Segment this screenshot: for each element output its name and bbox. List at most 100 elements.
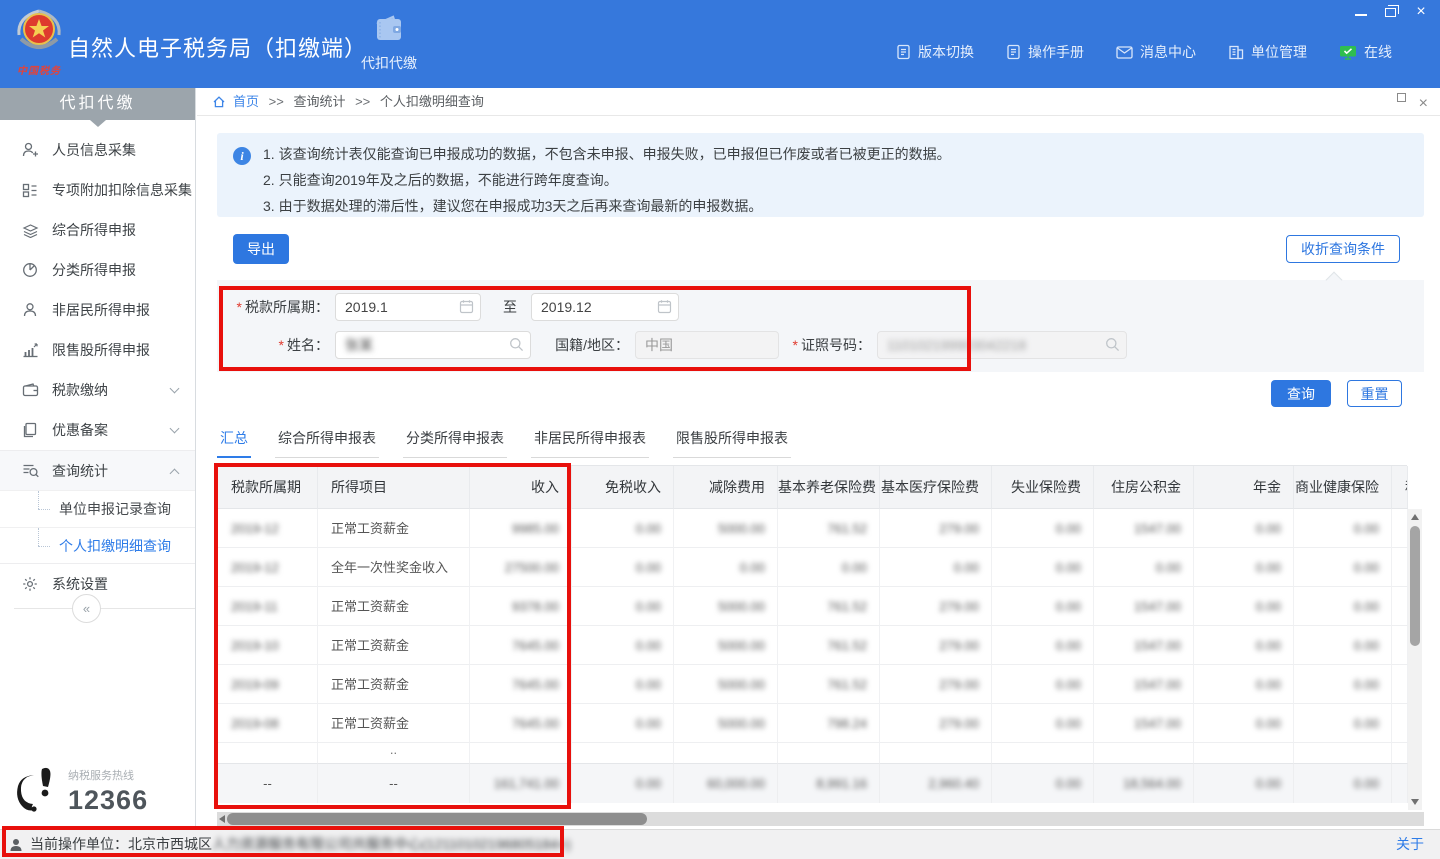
table-cell: 全年一次性奖金收入	[318, 548, 470, 587]
table-cell: 0.00	[1294, 587, 1392, 626]
tab-4[interactable]: 非居民所得申报表	[531, 428, 649, 458]
table-cell: 0.00	[572, 665, 674, 704]
period-from-input[interactable]: 2019.1	[335, 293, 481, 321]
vertical-scrollbar-thumb[interactable]	[1410, 526, 1420, 646]
tab-2[interactable]: 综合所得申报表	[275, 428, 379, 458]
sidebar-item-3[interactable]: 综合所得申报	[0, 210, 195, 250]
breadcrumb-separator: >>	[269, 94, 284, 109]
table-cell: 1547.00	[1094, 509, 1194, 548]
sidebar-item-1[interactable]: 人员信息采集	[0, 130, 195, 170]
scroll-down-arrow-icon[interactable]	[1411, 799, 1419, 805]
panel-maximize-icon[interactable]	[1397, 93, 1406, 102]
query-button[interactable]: 查询	[1271, 380, 1331, 407]
sidebar-subitem-2[interactable]: 个人扣缴明细查询	[0, 527, 195, 564]
header-menu-1[interactable]: 版本切换	[896, 42, 974, 62]
name-label: *姓名：	[217, 331, 329, 359]
sidebar-item-9[interactable]: 查询统计	[0, 450, 195, 490]
column-header: 失业保险费	[992, 466, 1094, 509]
breadcrumb-home[interactable]: 首页	[233, 94, 259, 109]
table-cell: 0.00	[1194, 548, 1294, 587]
chart-icon	[22, 343, 40, 358]
table-cell	[1392, 626, 1408, 665]
sidebar-header: 代扣代缴	[0, 88, 195, 120]
close-button[interactable]: ×	[1414, 4, 1428, 20]
search-list-icon	[22, 463, 40, 478]
user-icon	[9, 838, 23, 852]
sidebar-item-label: 分类所得申报	[52, 260, 136, 280]
about-link[interactable]: 关于	[1396, 830, 1424, 858]
table-cell	[778, 743, 880, 763]
table-cell: 正常工资薪金	[318, 509, 470, 548]
scroll-up-arrow-icon[interactable]	[1411, 514, 1419, 520]
column-header: 基本医疗保险费	[880, 466, 992, 509]
table-cell: 18,564.00	[1094, 763, 1194, 803]
calendar-icon	[657, 299, 672, 314]
doc-icon	[896, 44, 911, 60]
table-cell: 161,741.00	[470, 763, 572, 803]
tax-bureau-logo: 中国税务	[10, 5, 68, 77]
sidebar-item-10[interactable]: 系统设置	[0, 564, 195, 604]
notice-line: 1. 该查询统计表仅能查询已申报成功的数据，不包含未申报、申报失败，已申报但已作…	[263, 141, 1414, 167]
sidebar-item-8[interactable]: 优惠备案	[0, 410, 195, 450]
table-cell: 0.00	[572, 704, 674, 743]
national-emblem-icon	[13, 5, 65, 57]
sidebar-collapse-button[interactable]: «	[72, 594, 101, 623]
table-cell: 正常工资薪金	[318, 587, 470, 626]
id-number-input[interactable]: 110102199903042218	[877, 331, 1127, 359]
sidebar-item-4[interactable]: 分类所得申报	[0, 250, 195, 290]
table-cell: 2019-12	[218, 548, 318, 587]
header-menu-2[interactable]: 操作手册	[1006, 42, 1084, 62]
sidebar-item-6[interactable]: 限售股所得申报	[0, 330, 195, 370]
horizontal-scrollbar-thumb[interactable]	[227, 813, 647, 825]
search-icon[interactable]	[1105, 337, 1120, 352]
sidebar-subitem-1[interactable]: 单位申报记录查询	[0, 490, 195, 527]
search-icon[interactable]	[509, 337, 524, 352]
vertical-scrollbar[interactable]	[1408, 509, 1422, 810]
table-cell	[674, 743, 778, 763]
nationality-input: 中国	[635, 331, 779, 359]
period-to-input[interactable]: 2019.12	[531, 293, 679, 321]
hotline-logo-icon	[12, 765, 62, 817]
wallet-icon	[22, 383, 40, 397]
online-monitor-icon	[1339, 45, 1357, 60]
notice-line: 3. 由于数据处理的滞后性，建议您在申报成功3天之后再来查询最新的申报数据。	[263, 193, 1414, 219]
table-cell: 0.00	[1194, 704, 1294, 743]
tab-1[interactable]: 汇总	[217, 428, 251, 458]
table-cell: --	[318, 763, 470, 803]
table-cell: 279.00	[880, 665, 992, 704]
column-header: 税款所属期	[218, 466, 318, 509]
sidebar-item-7[interactable]: 税款缴纳	[0, 370, 195, 410]
table-cell: 正常工资薪金	[318, 704, 470, 743]
name-input[interactable]: 张某	[335, 331, 531, 359]
horizontal-scrollbar[interactable]	[217, 812, 1424, 826]
table-cell: 0.00	[1194, 587, 1294, 626]
layers-icon	[22, 223, 40, 238]
tab-3[interactable]: 分类所得申报表	[403, 428, 507, 458]
sidebar-item-5[interactable]: 非居民所得申报	[0, 290, 195, 330]
nav-tab-withholding[interactable]: 代扣代缴	[346, 15, 432, 73]
table-cell: 正常工资薪金	[318, 665, 470, 704]
sidebar-item-2[interactable]: 专项附加扣除信息采集	[0, 170, 195, 210]
restore-button[interactable]	[1385, 8, 1396, 17]
header-menu-4[interactable]: 单位管理	[1228, 42, 1307, 62]
table-cell: 7645.00	[470, 665, 572, 704]
fold-query-button[interactable]: 收折查询条件	[1286, 235, 1400, 263]
table-cell: 1547.00	[1094, 587, 1194, 626]
table-cell: 0.00	[1294, 665, 1392, 704]
table-cell: 0.00	[1194, 763, 1294, 803]
export-button[interactable]: 导出	[233, 234, 289, 264]
tab-5[interactable]: 限售股所得申报表	[673, 428, 791, 458]
table-cell	[1392, 548, 1408, 587]
chevron-down-icon	[170, 424, 180, 434]
panel-close-icon[interactable]: ×	[1419, 90, 1428, 118]
reset-button[interactable]: 重置	[1347, 380, 1402, 407]
table-cell: 5000.00	[674, 704, 778, 743]
header-menu-3[interactable]: 消息中心	[1116, 42, 1196, 62]
scroll-left-arrow-icon[interactable]	[219, 815, 225, 823]
info-icon: i	[233, 147, 251, 165]
header-menu-5[interactable]: 在线	[1339, 42, 1392, 62]
table-cell	[1294, 743, 1392, 763]
minimize-button[interactable]	[1355, 8, 1367, 16]
table-cell: 7645.00	[470, 626, 572, 665]
header-menu-label: 版本切换	[918, 42, 974, 62]
